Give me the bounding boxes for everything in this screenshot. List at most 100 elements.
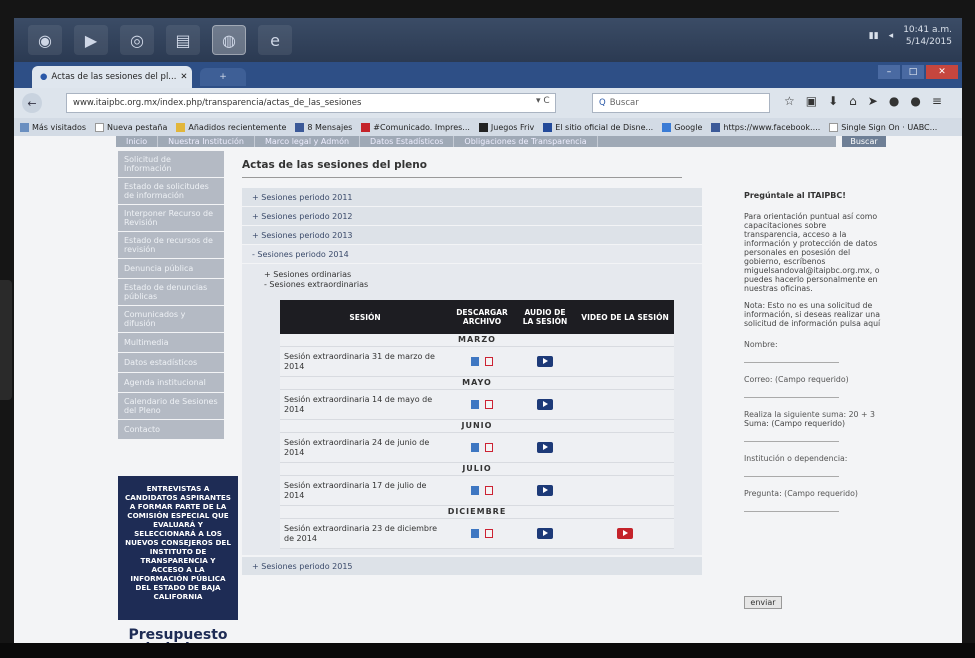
- bookmark-item[interactable]: https://www.facebook....: [711, 122, 820, 132]
- menu-item-obligaciones[interactable]: Obligaciones de Transparencia: [454, 136, 598, 147]
- sidebar-item-solicitud[interactable]: Solicitud de Información: [118, 151, 224, 177]
- menu-item-datos[interactable]: Datos Estadísticos: [360, 136, 455, 147]
- internet-explorer-icon[interactable]: e: [258, 25, 292, 55]
- folder-icon[interactable]: ▤: [166, 25, 200, 55]
- reload-icon[interactable]: ▾ C: [536, 96, 550, 106]
- windows-taskbar: ◉ ▶ ◎ ▤ ◍ e ▮▮ ◂ 10:41 a.m. 5/14/2015: [14, 18, 962, 62]
- email-input[interactable]: [744, 386, 839, 398]
- period-2012[interactable]: + Sesiones periodo 2012: [242, 207, 702, 226]
- sidebar-item-multimedia[interactable]: Multimedia: [118, 333, 224, 352]
- sidebar-item-denuncia[interactable]: Denuncia pública: [118, 259, 224, 278]
- tab-actas[interactable]: ● Actas de las sesiones del pl... ✕: [32, 66, 192, 88]
- bookmark-star-icon[interactable]: ☆: [784, 94, 795, 108]
- period-2013[interactable]: + Sesiones periodo 2013: [242, 226, 702, 245]
- bookmark-item[interactable]: Nueva pestaña: [95, 122, 167, 132]
- word-doc-icon[interactable]: [471, 400, 479, 409]
- bookmark-item[interactable]: Más visitados: [20, 122, 86, 132]
- audio-play-icon[interactable]: [537, 399, 553, 410]
- name-label: Nombre:: [744, 340, 778, 349]
- contact-title: Pregúntale al ITAIPBC!: [744, 191, 846, 200]
- bookmark-item[interactable]: El sitio oficial de Disne...: [543, 122, 654, 132]
- menu-item-marco-legal[interactable]: Marco legal y Admón: [255, 136, 361, 147]
- search-input[interactable]: Q Buscar: [592, 93, 770, 113]
- pdf-icon[interactable]: [485, 357, 493, 366]
- video-play-icon[interactable]: [617, 528, 633, 539]
- send-icon[interactable]: ➤: [868, 94, 878, 108]
- pdf-icon[interactable]: [485, 529, 493, 538]
- period-2015[interactable]: + Sesiones periodo 2015: [242, 557, 702, 576]
- start-button[interactable]: ◉: [28, 25, 62, 55]
- bookmark-item[interactable]: Google: [662, 122, 702, 132]
- bookmark-item[interactable]: 8 Mensajes: [295, 122, 352, 132]
- new-tab-button[interactable]: +: [200, 68, 246, 86]
- minimize-button[interactable]: –: [878, 65, 900, 79]
- bookmark-label: El sitio oficial de Disne...: [555, 122, 654, 132]
- addon2-icon[interactable]: ●: [910, 94, 920, 108]
- sum-field-label: Suma: (Campo requerido): [744, 419, 846, 428]
- sidebar-item-recurso[interactable]: Interponer Recurso de Revisión: [118, 205, 224, 231]
- word-doc-icon[interactable]: [471, 486, 479, 495]
- institution-input[interactable]: [744, 465, 839, 477]
- url-bar[interactable]: www.itaipbc.org.mx/index.php/transparenc…: [66, 93, 556, 113]
- bookmark-item[interactable]: Juegos Friv: [478, 122, 534, 132]
- close-button[interactable]: ✕: [926, 65, 958, 79]
- word-doc-icon[interactable]: [471, 529, 479, 538]
- facebook-icon: [711, 122, 721, 132]
- browser-tabbar: ● Actas de las sesiones del pl... ✕ + – …: [14, 62, 962, 88]
- sidebar-item-agenda[interactable]: Agenda institucional: [118, 373, 224, 392]
- back-button[interactable]: ←: [22, 93, 42, 113]
- presupuesto-banner[interactable]: Presupuesto ciudadano: [118, 620, 238, 643]
- menu-icon[interactable]: ≡: [932, 94, 942, 108]
- sesiones-extraordinarias-link[interactable]: - Sesiones extraordinarias: [252, 280, 692, 290]
- bookmark-item[interactable]: #Comunicado. Impres...: [361, 122, 470, 132]
- pdf-icon[interactable]: [485, 486, 493, 495]
- site-search-button[interactable]: Buscar: [842, 136, 886, 147]
- sidebar-item-estado-recursos[interactable]: Estado de recursos de revisión: [118, 232, 224, 258]
- word-doc-icon[interactable]: [471, 443, 479, 452]
- sum-label: Realiza la siguiente suma: 20 + 3: [744, 410, 875, 419]
- menu-item-inicio[interactable]: Inicio: [116, 136, 159, 147]
- facebook-icon: [295, 122, 305, 132]
- sidebar-item-estado-solicitudes[interactable]: Estado de solicitudes de información: [118, 178, 224, 204]
- sidebar-item-calendario[interactable]: Calendario de Sesiones del Pleno: [118, 393, 224, 419]
- home-icon[interactable]: ⌂: [849, 94, 857, 108]
- pdf-icon[interactable]: [485, 400, 493, 409]
- maximize-button[interactable]: □: [902, 65, 924, 79]
- clipboard-icon[interactable]: ▣: [806, 94, 817, 108]
- network-icon[interactable]: ▮▮: [869, 31, 879, 41]
- sidebar-item-estado-denuncias[interactable]: Estado de denuncias públicas: [118, 279, 224, 305]
- tab-close-icon[interactable]: ✕: [180, 72, 187, 82]
- clock[interactable]: 10:41 a.m. 5/14/2015: [903, 24, 952, 48]
- audio-play-icon[interactable]: [537, 442, 553, 453]
- audio-play-icon[interactable]: [537, 356, 553, 367]
- month-label: DICIEMBRE: [280, 505, 674, 519]
- audio-play-icon[interactable]: [537, 485, 553, 496]
- pdf-icon[interactable]: [485, 443, 493, 452]
- period-2014[interactable]: - Sesiones periodo 2014: [242, 245, 702, 264]
- menu-item-institucion[interactable]: Nuestra Institución: [158, 136, 255, 147]
- firefox-icon[interactable]: ◍: [212, 25, 246, 55]
- period-2011[interactable]: + Sesiones periodo 2011: [242, 188, 702, 207]
- bookmark-item[interactable]: Single Sign On · UABC...: [829, 122, 937, 132]
- chrome-icon[interactable]: ◎: [120, 25, 154, 55]
- question-input[interactable]: [744, 500, 839, 512]
- promo-banner[interactable]: Entrevistas a candidatos aspirantes a fo…: [118, 476, 238, 634]
- sidebar-item-comunicados[interactable]: Comunicados y difusión: [118, 306, 224, 332]
- session-name: Sesión extraordinaria 14 de mayo de 2014: [280, 389, 450, 420]
- download-icon[interactable]: ⬇: [828, 94, 838, 108]
- word-doc-icon[interactable]: [471, 357, 479, 366]
- audio-play-icon[interactable]: [537, 528, 553, 539]
- sidebar-item-contacto[interactable]: Contacto: [118, 420, 224, 439]
- sum-input[interactable]: [744, 430, 839, 442]
- table-row: Sesión extraordinaria 23 de diciembre de…: [280, 518, 674, 549]
- contact-note[interactable]: Nota: Esto no es una solicitud de inform…: [744, 301, 884, 328]
- sidebar-item-datos[interactable]: Datos estadísticos: [118, 353, 224, 372]
- media-player-icon[interactable]: ▶: [74, 25, 108, 55]
- name-input[interactable]: [744, 351, 839, 363]
- send-button[interactable]: enviar: [744, 596, 782, 609]
- addon-icon[interactable]: ●: [889, 94, 899, 108]
- volume-icon[interactable]: ◂: [889, 31, 894, 41]
- sesiones-ordinarias-link[interactable]: + Sesiones ordinarias: [252, 270, 692, 280]
- bookmark-item[interactable]: Añadidos recientemente: [176, 122, 286, 132]
- month-label: JULIO: [280, 462, 674, 476]
